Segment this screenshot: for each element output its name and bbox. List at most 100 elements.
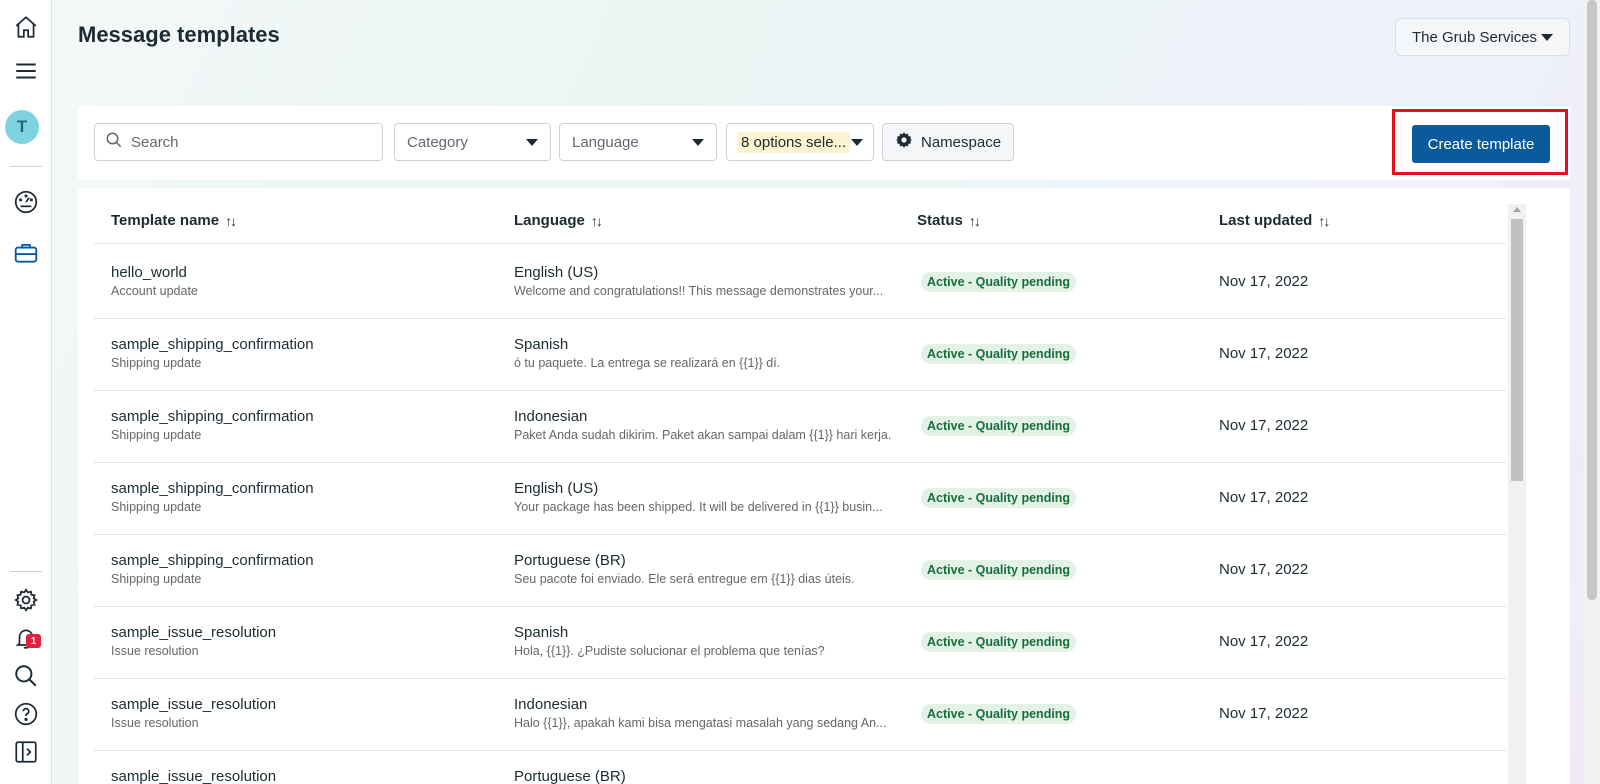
status-badge: Active - Quality pending bbox=[921, 272, 1077, 292]
template-category: Shipping update bbox=[111, 356, 202, 370]
template-preview: Hola, {{1}}. ¿Pudiste solucionar el prob… bbox=[514, 644, 825, 658]
app-window: T 1 Message templates The Grub Services … bbox=[0, 0, 1600, 784]
search-box[interactable] bbox=[94, 123, 383, 161]
insights-button[interactable] bbox=[8, 186, 44, 222]
template-name-cell: sample_issue_resolution Issue resolution bbox=[111, 696, 276, 730]
rail-divider bbox=[10, 166, 42, 167]
home-icon bbox=[13, 14, 39, 45]
language-dropdown[interactable]: Language bbox=[559, 123, 717, 161]
template-preview: Halo {{1}}, apakah kami bisa mengatasi m… bbox=[514, 716, 887, 730]
page-scrollbar[interactable] bbox=[1584, 0, 1600, 784]
create-template-button[interactable]: Create template bbox=[1412, 125, 1550, 163]
panel-toggle-icon bbox=[13, 739, 39, 770]
last-updated: Nov 17, 2022 bbox=[1219, 417, 1309, 434]
main-content: Message templates The Grub Services Cate… bbox=[52, 0, 1600, 784]
template-category: Shipping update bbox=[111, 572, 202, 586]
search-icon bbox=[13, 663, 39, 694]
language-cell: Indonesian Halo {{1}}, apakah kami bisa … bbox=[514, 696, 886, 730]
last-updated: Nov 17, 2022 bbox=[1219, 489, 1309, 506]
template-name-cell: hello_world Account update bbox=[111, 264, 198, 298]
table-scroll-thumb[interactable] bbox=[1511, 219, 1523, 481]
menu-button[interactable] bbox=[8, 55, 44, 91]
template-language: English (US) bbox=[514, 264, 599, 281]
account-selector[interactable]: The Grub Services bbox=[1395, 18, 1570, 56]
templates-table: Template name ↑↓ Language ↑↓ Status ↑↓ L… bbox=[78, 188, 1570, 784]
sort-icon: ↑↓ bbox=[225, 212, 237, 229]
template-preview: Your package has been shipped. It will b… bbox=[514, 500, 883, 514]
category-dropdown-label: Category bbox=[407, 133, 468, 151]
table-row[interactable]: sample_issue_resolution Issue resolution… bbox=[94, 606, 1506, 679]
chevron-down-icon bbox=[851, 138, 863, 146]
column-header-template-name[interactable]: Template name ↑↓ bbox=[111, 212, 237, 229]
namespace-button[interactable]: Namespace bbox=[882, 123, 1014, 161]
page-title: Message templates bbox=[78, 22, 280, 47]
table-row[interactable]: sample_shipping_confirmation Shipping up… bbox=[94, 534, 1506, 607]
avatar[interactable]: T bbox=[5, 110, 39, 144]
template-name-cell: sample_shipping_confirmation Shipping up… bbox=[111, 336, 314, 370]
page-scroll-thumb[interactable] bbox=[1587, 0, 1597, 600]
template-name: sample_shipping_confirmation bbox=[111, 336, 314, 353]
last-updated: Nov 17, 2022 bbox=[1219, 273, 1309, 290]
business-tools-button[interactable] bbox=[8, 237, 44, 273]
status-badge: Active - Quality pending bbox=[921, 416, 1077, 436]
help-icon bbox=[13, 701, 39, 732]
language-cell: Portuguese (BR) bbox=[514, 768, 626, 784]
template-category: Account update bbox=[111, 284, 198, 298]
table-row[interactable]: sample_shipping_confirmation Shipping up… bbox=[94, 462, 1506, 535]
search-input[interactable] bbox=[131, 133, 371, 151]
toggle-panel-button[interactable] bbox=[8, 736, 44, 772]
notification-badge: 1 bbox=[26, 634, 41, 648]
search-nav-button[interactable] bbox=[8, 660, 44, 696]
menu-icon bbox=[13, 58, 39, 89]
template-preview: Seu pacote foi enviado. Ele será entregu… bbox=[514, 572, 855, 586]
column-header-label: Last updated bbox=[1219, 212, 1313, 229]
gear-icon bbox=[895, 131, 921, 153]
column-header-language[interactable]: Language ↑↓ bbox=[514, 212, 603, 229]
template-preview: ó tu paquete. La entrega se realizará en… bbox=[514, 356, 781, 370]
template-name: sample_shipping_confirmation bbox=[111, 480, 314, 497]
status-filter-label: 8 options sele... bbox=[737, 131, 851, 153]
home-button[interactable] bbox=[8, 11, 44, 47]
filter-toolbar: Category Language 8 options sele... Name… bbox=[78, 106, 1570, 180]
table-row[interactable]: sample_shipping_confirmation Shipping up… bbox=[94, 390, 1506, 463]
scroll-up-arrow-icon[interactable] bbox=[1513, 207, 1521, 212]
gear-icon bbox=[13, 587, 39, 618]
template-name: sample_shipping_confirmation bbox=[111, 552, 314, 569]
column-header-status[interactable]: Status ↑↓ bbox=[917, 212, 981, 229]
language-cell: English (US) Welcome and congratulations… bbox=[514, 264, 883, 298]
sort-icon: ↑↓ bbox=[968, 212, 981, 229]
template-category: Shipping update bbox=[111, 428, 202, 442]
category-dropdown[interactable]: Category bbox=[394, 123, 551, 161]
table-row[interactable]: sample_issue_resolution Portuguese (BR) bbox=[94, 750, 1506, 784]
template-language: Portuguese (BR) bbox=[514, 768, 626, 784]
column-header-last-updated[interactable]: Last updated ↑↓ bbox=[1219, 212, 1330, 229]
status-filter-dropdown[interactable]: 8 options sele... bbox=[726, 123, 874, 161]
chevron-down-icon bbox=[1541, 33, 1553, 41]
account-name: The Grub Services bbox=[1412, 28, 1538, 46]
table-row[interactable]: hello_world Account update English (US) … bbox=[94, 246, 1506, 319]
search-icon bbox=[105, 131, 123, 154]
template-category: Issue resolution bbox=[111, 644, 199, 658]
language-cell: Spanish ó tu paquete. La entrega se real… bbox=[514, 336, 780, 370]
template-name: hello_world bbox=[111, 264, 187, 281]
table-row[interactable]: sample_issue_resolution Issue resolution… bbox=[94, 678, 1506, 751]
template-language: English (US) bbox=[514, 480, 599, 497]
table-scrollbar[interactable] bbox=[1508, 204, 1526, 784]
chevron-down-icon bbox=[692, 138, 704, 146]
template-language: Spanish bbox=[514, 624, 569, 641]
column-header-label: Template name bbox=[111, 212, 220, 229]
template-category: Shipping update bbox=[111, 500, 202, 514]
template-preview: Paket Anda sudah dikirim. Paket akan sam… bbox=[514, 428, 892, 442]
column-header-label: Language bbox=[514, 212, 585, 229]
settings-button[interactable] bbox=[8, 584, 44, 620]
chevron-down-icon bbox=[526, 138, 538, 146]
last-updated: Nov 17, 2022 bbox=[1219, 561, 1309, 578]
sort-icon: ↑↓ bbox=[1318, 212, 1330, 229]
status-badge: Active - Quality pending bbox=[921, 344, 1077, 364]
status-badge: Active - Quality pending bbox=[921, 632, 1077, 652]
table-row[interactable]: sample_shipping_confirmation Shipping up… bbox=[94, 318, 1506, 391]
template-preview: Welcome and congratulations!! This messa… bbox=[514, 284, 884, 298]
help-button[interactable] bbox=[8, 698, 44, 734]
language-cell: Indonesian Paket Anda sudah dikirim. Pak… bbox=[514, 408, 891, 442]
template-category: Issue resolution bbox=[111, 716, 199, 730]
